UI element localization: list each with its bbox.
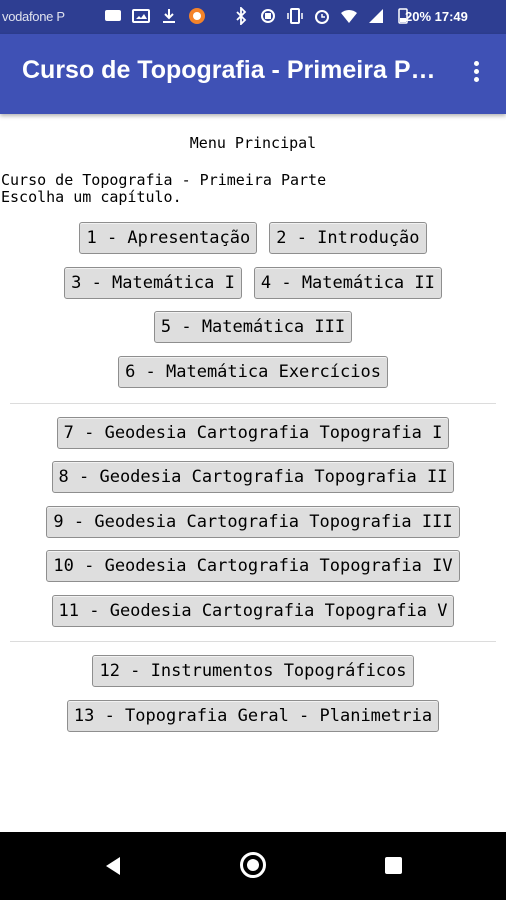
bluetooth-icon [236, 7, 247, 25]
notification-icons [104, 7, 206, 25]
button-row: 3 - Matemática I 4 - Matemática II [0, 267, 506, 299]
chapter-12-button[interactable]: 12 - Instrumentos Topográficos [92, 655, 414, 687]
image-icon [132, 9, 150, 23]
button-row: 1 - Apresentação 2 - Introdução [0, 222, 506, 254]
intro-line-2: Escolha um capítulo. [1, 188, 182, 206]
app-title: Curso de Topografia - Primeira Parte [22, 56, 442, 84]
section-divider [10, 641, 496, 642]
intro-line-1: Curso de Topografia - Primeira Parte [1, 171, 327, 189]
chapter-13-button[interactable]: 13 - Topografia Geral - Planimetria [66, 700, 440, 732]
carrier-label: vodafone P [2, 9, 65, 24]
status-bar: vodafone P 20% 17:49 [0, 0, 506, 34]
button-row: 6 - Matemática Exercícios [0, 356, 506, 388]
chapter-3-button[interactable]: 3 - Matemática I [64, 267, 242, 299]
system-icons [232, 7, 412, 25]
chapter-2-button[interactable]: 2 - Introdução [269, 222, 427, 254]
vibrate-icon [287, 8, 303, 24]
chapter-4-button[interactable]: 4 - Matemática II [253, 267, 442, 299]
app-bar: Curso de Topografia - Primeira Parte [0, 34, 506, 114]
recents-icon[interactable] [385, 857, 402, 874]
more-vert-icon[interactable] [466, 58, 486, 90]
button-row: 5 - Matemática III [0, 311, 506, 343]
chapter-6-button[interactable]: 6 - Matemática Exercícios [118, 356, 388, 388]
main-content: Menu Principal Curso de Topografia - Pri… [0, 114, 506, 832]
navigation-bar [0, 832, 506, 900]
wifi-icon [341, 9, 357, 23]
app-notification-icon [189, 8, 205, 24]
button-row: 7 - Geodesia Cartografia Topografia I [0, 417, 506, 449]
chapter-8-button[interactable]: 8 - Geodesia Cartografia Topografia II [51, 461, 455, 493]
section-divider [10, 403, 496, 404]
chapter-7-button[interactable]: 7 - Geodesia Cartografia Topografia I [56, 417, 450, 449]
download-icon [163, 9, 175, 23]
back-icon[interactable] [104, 856, 122, 876]
chapter-11-button[interactable]: 11 - Geodesia Cartografia Topografia V [51, 595, 455, 627]
alarm-icon [315, 10, 329, 24]
message-icon [105, 10, 121, 21]
button-row: 11 - Geodesia Cartografia Topografia V [0, 595, 506, 627]
button-row: 9 - Geodesia Cartografia Topografia III [0, 506, 506, 538]
button-row: 10 - Geodesia Cartografia Topografia IV [0, 550, 506, 582]
chapter-9-button[interactable]: 9 - Geodesia Cartografia Topografia III [46, 506, 460, 538]
chapter-1-button[interactable]: 1 - Apresentação [79, 222, 258, 254]
home-icon[interactable] [240, 852, 266, 878]
chapter-5-button[interactable]: 5 - Matemática III [153, 311, 353, 343]
page-heading: Menu Principal [189, 134, 317, 152]
button-row: 8 - Geodesia Cartografia Topografia II [0, 461, 506, 493]
button-row: 13 - Topografia Geral - Planimetria [0, 700, 506, 732]
intro-text: Curso de Topografia - Primeira Parte Esc… [1, 172, 326, 206]
signal-icon [369, 9, 383, 23]
battery-clock-label: 20% 17:49 [405, 9, 468, 24]
chapter-10-button[interactable]: 10 - Geodesia Cartografia Topografia IV [46, 550, 460, 582]
button-row: 12 - Instrumentos Topográficos [0, 655, 506, 687]
sync-icon [261, 9, 275, 23]
